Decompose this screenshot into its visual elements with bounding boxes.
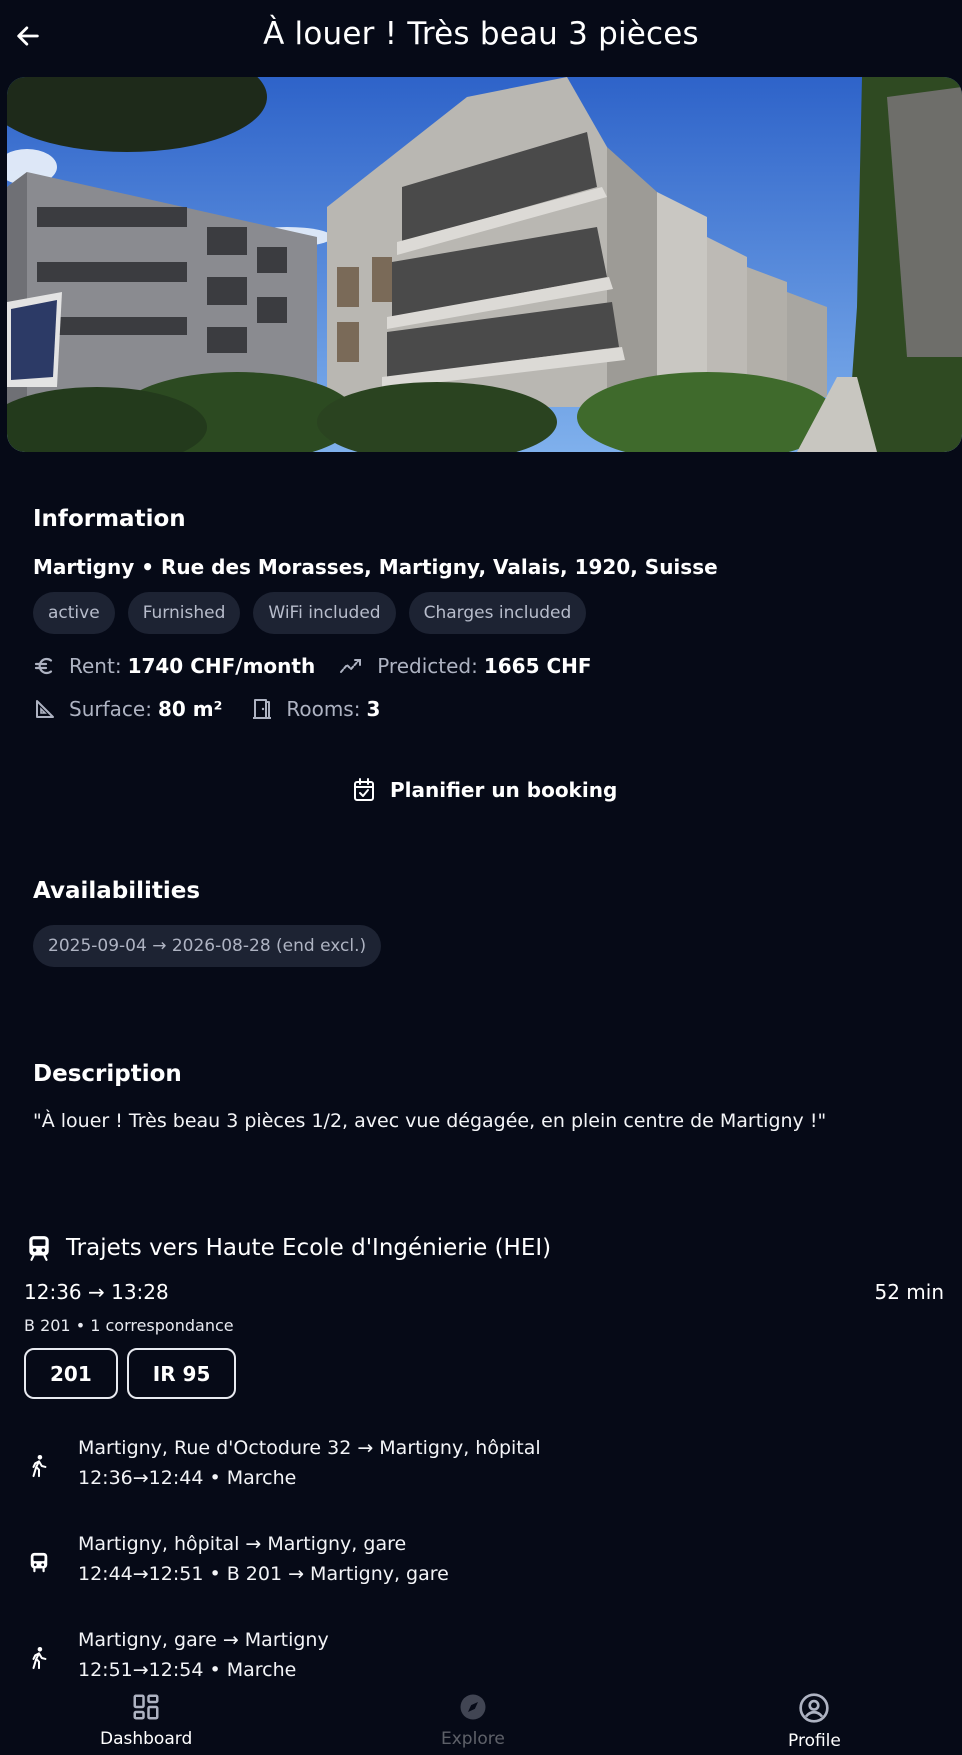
step-route: Martigny, hôpital → Martigny, gare — [78, 1533, 407, 1555]
calendar-check-icon — [354, 778, 374, 801]
step-detail: 12:51→12:54 • Marche — [78, 1659, 297, 1681]
rooms-label: Rooms: — [286, 697, 361, 721]
size-row: Surface: 80 m² Rooms: 3 — [33, 697, 380, 721]
dashboard-icon — [133, 1694, 159, 1720]
rent-stat: Rent: 1740 CHF/month — [33, 654, 315, 678]
listing-photo[interactable] — [7, 77, 962, 452]
tag-chip: Furnished — [127, 592, 241, 634]
trip-duration: 52 min — [874, 1280, 944, 1304]
line-badge[interactable]: 201 — [24, 1348, 118, 1399]
step-detail: 12:36→12:44 • Marche — [78, 1467, 297, 1489]
nav-dashboard-label: Dashboard — [100, 1729, 193, 1749]
trajets-header: Trajets vers Haute Ecole d'Ingénierie (H… — [26, 1234, 551, 1262]
predicted-label: Predicted: — [377, 654, 478, 678]
trip-time-range: 12:36 → 13:28 — [24, 1280, 169, 1304]
availability-chip: 2025-09-04 → 2026-08-28 (end excl.) — [33, 925, 382, 967]
description-text: "À louer ! Très beau 3 pièces 1/2, avec … — [33, 1110, 827, 1132]
address: Martigny • Rue des Morasses, Martigny, V… — [33, 555, 718, 579]
account-circle-icon — [799, 1693, 830, 1723]
nav-profile[interactable]: Profile — [788, 1692, 841, 1751]
surface-value: 80 m² — [157, 697, 223, 721]
trajets-title: Trajets vers Haute Ecole d'Ingénierie (H… — [66, 1235, 552, 1261]
description-title: Description — [33, 1061, 182, 1087]
price-row: Rent: 1740 CHF/month Predicted: 1665 CHF — [33, 654, 592, 678]
train-icon — [29, 1236, 49, 1261]
rent-value: 1740 CHF/month — [127, 654, 316, 678]
walk-icon — [32, 1455, 47, 1478]
predicted-value: 1665 CHF — [483, 654, 592, 678]
plan-booking-label: Planifier un booking — [390, 778, 618, 802]
surface-label: Surface: — [69, 697, 152, 721]
set-square-icon — [36, 700, 54, 718]
bus-icon — [30, 1552, 48, 1573]
tag-list: active Furnished WiFi included Charges i… — [33, 592, 587, 634]
nav-dashboard[interactable]: Dashboard — [100, 1692, 192, 1749]
predicted-stat: Predicted: 1665 CHF — [339, 654, 592, 678]
rooms-stat: Rooms: 3 — [250, 697, 380, 721]
step-route: Martigny, Rue d'Octodure 32 → Martigny, … — [78, 1437, 541, 1459]
top-bar: À louer ! Très beau 3 pièces — [0, 0, 962, 72]
line-badges: 201 IR 95 — [24, 1348, 237, 1399]
line-badge[interactable]: IR 95 — [126, 1348, 237, 1399]
trip-times: 12:36 → 13:28 52 min — [24, 1280, 944, 1304]
nav-explore-label: Explore — [441, 1729, 505, 1749]
euro-icon — [34, 657, 53, 675]
nav-profile-label: Profile — [788, 1731, 841, 1751]
availabilities-title: Availabilities — [33, 878, 201, 904]
plan-booking-button[interactable]: Planifier un booking — [352, 770, 617, 810]
rent-label: Rent: — [69, 654, 122, 678]
step-detail: 12:44→12:51 • B 201 → Martigny, gare — [78, 1563, 449, 1585]
bottom-nav: Dashboard Explore Profile — [0, 1680, 962, 1755]
trend-icon — [340, 659, 362, 673]
tag-chip: WiFi included — [253, 592, 396, 634]
tag-chip: active — [33, 592, 115, 634]
walk-icon — [32, 1647, 47, 1670]
trip-summary: B 201 • 1 correspondance — [24, 1316, 234, 1335]
step-route: Martigny, gare → Martigny — [78, 1629, 329, 1651]
door-icon — [253, 699, 272, 719]
nav-explore[interactable]: Explore — [441, 1692, 505, 1749]
tag-chip: Charges included — [408, 592, 587, 634]
page-title: À louer ! Très beau 3 pièces — [263, 16, 699, 52]
rooms-value: 3 — [366, 697, 381, 721]
information-title: Information — [33, 506, 186, 532]
compass-icon — [460, 1694, 486, 1720]
surface-stat: Surface: 80 m² — [33, 697, 222, 721]
